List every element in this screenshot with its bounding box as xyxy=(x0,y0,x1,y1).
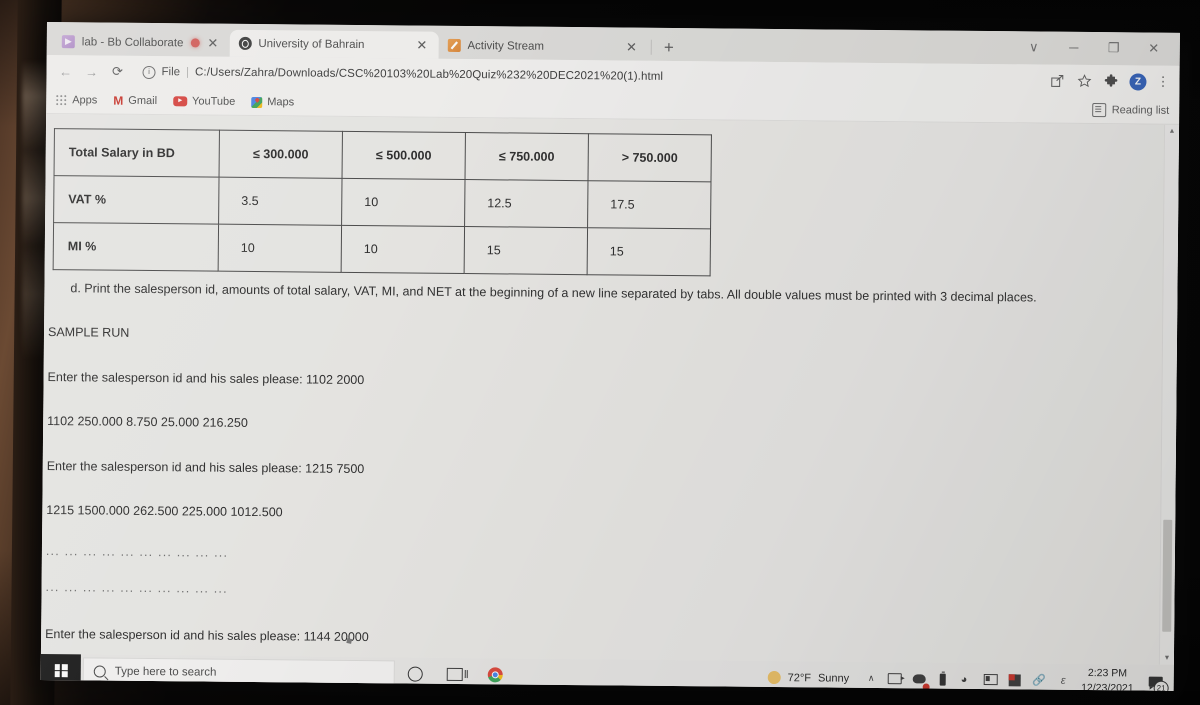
browser-tab-2[interactable]: University of Bahrain ✕ xyxy=(229,29,439,59)
gmail-icon: M xyxy=(113,93,124,108)
document-body: Total Salary in BD ≤ 300.000 ≤ 500.000 ≤… xyxy=(40,113,1180,665)
reading-list-icon xyxy=(1091,103,1106,118)
reload-button[interactable]: ⟳ xyxy=(106,61,128,83)
mi-value-2: 10 xyxy=(341,225,465,274)
tax-rate-table: Total Salary in BD ≤ 300.000 ≤ 500.000 ≤… xyxy=(53,128,712,276)
browser-tab-1-title: lab - Bb Collaborate xyxy=(81,35,184,49)
toolbar-actions: Z ⋮ xyxy=(1048,72,1171,91)
notification-count: 21 xyxy=(1153,680,1169,691)
recording-indicator-icon xyxy=(190,38,200,48)
browser-tab-1[interactable]: lab - Bb Collaborate ✕ xyxy=(52,28,230,57)
task-view-icon xyxy=(446,667,463,682)
browser-tab-3-title: Activity Stream xyxy=(467,39,545,53)
bookmark-youtube[interactable]: YouTube xyxy=(173,95,235,108)
battery-icon[interactable] xyxy=(931,663,955,691)
table-col-header-4: > 750.000 xyxy=(588,133,712,182)
volume-icon[interactable] xyxy=(979,663,1003,691)
reading-list-button[interactable]: Reading list xyxy=(1091,103,1170,118)
windows-logo-icon xyxy=(54,664,68,678)
notification-center-button[interactable]: 21 xyxy=(1142,665,1170,691)
url-divider: | xyxy=(185,66,190,79)
site-info-icon[interactable]: i xyxy=(142,65,156,79)
system-tray: 72°F Sunny ∧ ◕ 🔗 ε 2:23 PM 12/23/2021 21 xyxy=(767,661,1169,691)
scroll-up-arrow-icon[interactable]: ▲ xyxy=(1165,125,1179,138)
table-row: Total Salary in BD ≤ 300.000 ≤ 500.000 ≤… xyxy=(54,128,712,182)
wifi-icon[interactable]: ◕ xyxy=(955,663,979,691)
bookmark-apps[interactable]: Apps xyxy=(56,94,97,106)
cortana-icon xyxy=(407,666,423,682)
close-window-button[interactable]: ✕ xyxy=(1134,32,1174,63)
app-icon[interactable] xyxy=(1003,663,1027,691)
cloud-sync-icon[interactable] xyxy=(907,662,931,691)
mi-value-1: 10 xyxy=(218,224,342,273)
clock-date: 12/23/2021 xyxy=(1081,681,1134,691)
table-row: VAT % 3.5 10 12.5 17.5 xyxy=(53,175,711,229)
maximize-button[interactable]: ❐ xyxy=(1094,32,1134,63)
close-tab-1-icon[interactable]: ✕ xyxy=(206,36,219,51)
reading-list-label: Reading list xyxy=(1111,104,1170,117)
weather-condition: Sunny xyxy=(817,671,850,685)
search-icon xyxy=(93,664,106,678)
table-row: MI % 10 10 15 15 xyxy=(53,222,711,276)
bookmark-maps[interactable]: Maps xyxy=(251,96,294,108)
weather-widget[interactable]: 72°F Sunny xyxy=(767,670,860,685)
browser-tab-2-title: University of Bahrain xyxy=(258,37,365,51)
window-controls: ∨ ─ ❐ ✕ xyxy=(1014,31,1174,64)
sun-icon xyxy=(767,670,781,685)
minimize-button[interactable]: ─ xyxy=(1054,32,1094,63)
table-header-total-salary: Total Salary in BD xyxy=(54,128,220,178)
bookmark-gmail[interactable]: M Gmail xyxy=(113,93,158,108)
chrome-icon xyxy=(487,667,503,683)
taskbar-search-placeholder: Type here to search xyxy=(114,665,217,679)
apps-grid-icon xyxy=(56,94,67,106)
tab-divider xyxy=(650,39,653,55)
browser-tab-3[interactable]: Activity Stream ✕ xyxy=(438,31,649,61)
share-icon[interactable] xyxy=(1048,72,1065,89)
vat-value-4: 17.5 xyxy=(587,180,711,229)
mi-value-3: 15 xyxy=(464,226,588,275)
puzzle-icon[interactable] xyxy=(1102,73,1119,90)
vat-value-3: 12.5 xyxy=(464,179,589,228)
browser-menu-button[interactable]: ⋮ xyxy=(1156,74,1169,89)
vat-value-1: 3.5 xyxy=(218,177,343,226)
bookmark-gmail-label: Gmail xyxy=(128,94,158,108)
bookmark-maps-label: Maps xyxy=(267,96,295,109)
table-row-label-mi: MI % xyxy=(53,222,219,272)
camera-icon[interactable] xyxy=(883,662,907,691)
star-icon[interactable] xyxy=(1075,72,1092,89)
page-viewport: Total Salary in BD ≤ 300.000 ≤ 500.000 ≤… xyxy=(40,113,1180,665)
scroll-down-arrow-icon[interactable]: ▼ xyxy=(1160,652,1174,665)
url-scheme-label: File xyxy=(161,66,181,79)
table-col-header-2: ≤ 500.000 xyxy=(342,131,466,180)
new-tab-button[interactable]: + xyxy=(664,38,674,57)
tray-expand-button[interactable]: ∧ xyxy=(859,662,883,691)
activity-stream-icon xyxy=(447,38,461,52)
table-col-header-1: ≤ 300.000 xyxy=(219,130,343,179)
url-text: C:/Users/Zahra/Downloads/CSC%20103%20Lab… xyxy=(194,66,664,83)
profile-avatar[interactable]: Z xyxy=(1129,72,1147,91)
table-row-label-vat: VAT % xyxy=(53,175,220,225)
link-icon[interactable]: 🔗 xyxy=(1027,663,1051,690)
youtube-icon xyxy=(173,96,188,107)
bookmark-apps-label: Apps xyxy=(72,94,98,107)
scrollbar-thumb[interactable] xyxy=(1162,519,1173,632)
forward-button[interactable]: → xyxy=(80,60,102,82)
vat-value-2: 10 xyxy=(341,178,466,227)
bb-collaborate-icon xyxy=(61,35,75,49)
close-tab-2-icon[interactable]: ✕ xyxy=(415,38,428,53)
epsilon-icon[interactable]: ε xyxy=(1051,664,1075,691)
address-bar[interactable]: i File | C:/Users/Zahra/Downloads/CSC%20… xyxy=(132,61,1044,92)
maps-icon xyxy=(251,96,263,108)
globe-icon xyxy=(238,36,252,50)
mi-value-4: 15 xyxy=(587,227,711,276)
laptop-screen: lab - Bb Collaborate ✕ University of Bah… xyxy=(40,22,1180,691)
back-button[interactable]: ← xyxy=(54,60,76,82)
clock-time: 2:23 PM xyxy=(1087,667,1128,680)
close-tab-3-icon[interactable]: ✕ xyxy=(625,40,638,55)
taskbar-clock[interactable]: 2:23 PM 12/23/2021 xyxy=(1075,666,1142,691)
weather-temperature: 72°F xyxy=(787,671,812,684)
table-col-header-3: ≤ 750.000 xyxy=(465,132,589,181)
bookmark-youtube-label: YouTube xyxy=(191,95,236,108)
collapse-button[interactable]: ∨ xyxy=(1014,31,1054,62)
